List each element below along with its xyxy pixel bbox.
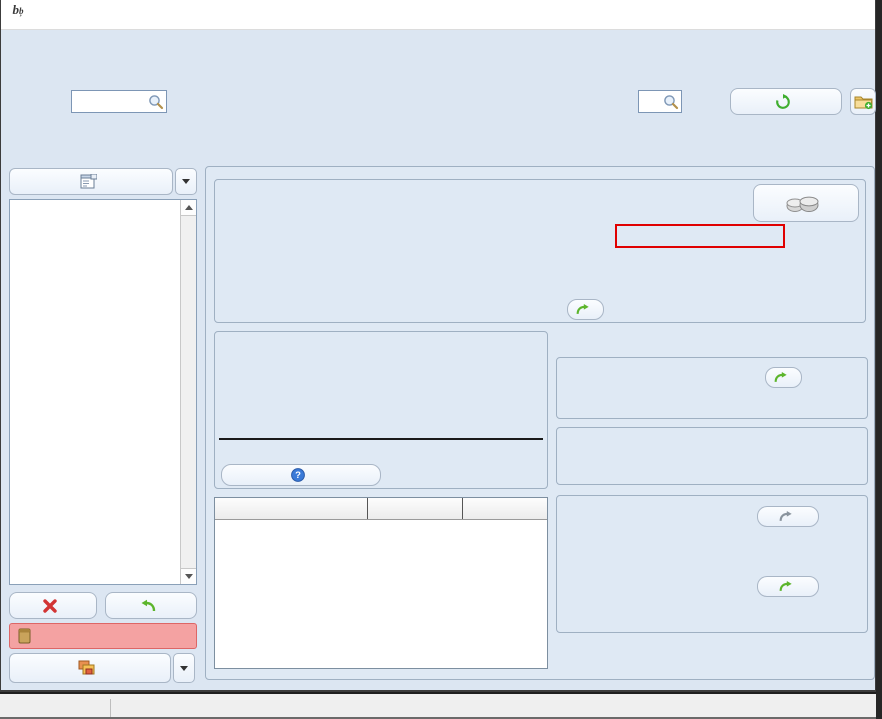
- jump-to-button[interactable]: [9, 653, 171, 683]
- header-center: [1, 34, 875, 35]
- image-button[interactable]: [753, 184, 859, 222]
- minimize-button[interactable]: [737, 0, 783, 29]
- chevron-down-icon: [180, 666, 188, 671]
- close-button[interactable]: [829, 0, 875, 29]
- navigate-to-button[interactable]: [9, 168, 173, 195]
- price-table-header: [215, 498, 547, 520]
- product-type-highlight: [615, 224, 785, 248]
- arrow-down-icon: [185, 574, 193, 579]
- nav-scrollbar[interactable]: [180, 200, 196, 584]
- goto-arrow-icon: [778, 510, 793, 523]
- chevron-down-icon: [182, 179, 190, 184]
- app-window: bb̦: [0, 0, 876, 692]
- desktop-edge: [876, 0, 882, 719]
- app-logo-icon: bb̦: [8, 5, 28, 25]
- separator-line: [219, 438, 543, 440]
- navigation-list: [9, 199, 197, 585]
- background-window-strip: [0, 694, 876, 719]
- product-bar: [1, 88, 875, 118]
- product-input[interactable]: [72, 95, 148, 109]
- title-bar: bb̦: [1, 0, 875, 30]
- notepad-icon: [18, 628, 31, 644]
- jump-to-dropdown[interactable]: [173, 653, 195, 683]
- notes-attachments-button[interactable]: [9, 623, 197, 649]
- goto-arrow-icon: [773, 371, 788, 384]
- inc-tax-column-header: [462, 498, 547, 519]
- catalogue-goto-button[interactable]: [765, 367, 802, 388]
- arrow-up-icon: [185, 205, 193, 210]
- catalogue-details-section: [556, 357, 868, 419]
- wh-code-input[interactable]: [639, 95, 663, 109]
- goto-arrow-icon: [575, 303, 590, 316]
- reordering-section: [556, 427, 868, 485]
- search-icon[interactable]: [663, 94, 679, 110]
- wh-code-input-box: [638, 90, 682, 113]
- scroll-down-button[interactable]: [181, 568, 197, 584]
- audit-trail-button[interactable]: [730, 88, 842, 115]
- goto-arrow-icon: [778, 580, 793, 593]
- navigate-to-dropdown[interactable]: [175, 168, 197, 195]
- back-button[interactable]: [105, 592, 197, 619]
- product-thumbnail: [785, 192, 821, 214]
- scroll-up-button[interactable]: [181, 200, 197, 216]
- jump-folders-icon: [78, 660, 97, 676]
- tab-bar: [1, 124, 875, 158]
- basic-details-section: [214, 179, 866, 323]
- product-input-box: [71, 90, 167, 113]
- svg-text:?: ?: [295, 470, 301, 481]
- price-table: [214, 497, 548, 669]
- header-left: [11, 38, 73, 56]
- question-icon: ?: [291, 468, 305, 482]
- stock-balances-section: ?: [214, 331, 548, 489]
- search-icon[interactable]: [148, 94, 164, 110]
- close-x-icon: [43, 599, 57, 613]
- back-arrow-icon: [140, 599, 157, 613]
- substitute-goto-button[interactable]: [757, 576, 819, 597]
- header-right: [789, 38, 863, 56]
- folder-add-icon: [854, 93, 873, 110]
- main-panel: ?: [205, 166, 875, 680]
- screen: bb̦: [0, 0, 882, 719]
- exit-button[interactable]: [9, 592, 97, 619]
- maximize-button[interactable]: [783, 0, 829, 29]
- ex-tax-column-header: [367, 498, 462, 519]
- recycle-icon: [775, 94, 791, 110]
- parent-substitute-section: [556, 495, 868, 633]
- supplier-stock-levels-button[interactable]: ?: [221, 464, 381, 486]
- parent-goto-button[interactable]: [757, 506, 819, 527]
- navigate-form-icon: [80, 174, 97, 189]
- open-folder-button[interactable]: [850, 88, 876, 115]
- supplier-goto-button[interactable]: [567, 299, 604, 320]
